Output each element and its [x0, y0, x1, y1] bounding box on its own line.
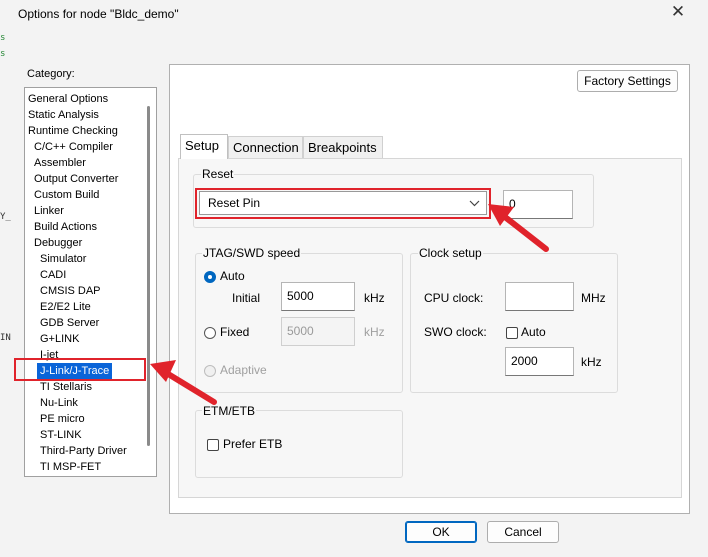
- arrow-to-reset: [488, 204, 549, 252]
- annotation-arrows: [150, 204, 549, 405]
- arrow-to-category: [150, 360, 217, 405]
